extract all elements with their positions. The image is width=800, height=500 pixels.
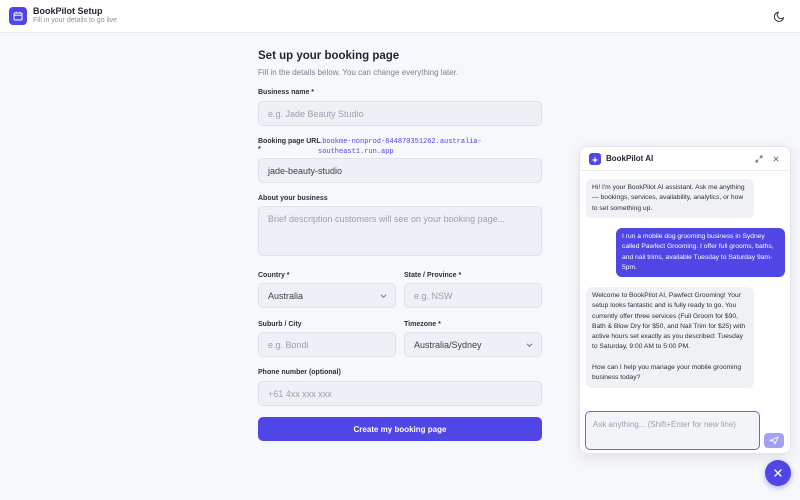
chevron-down-icon xyxy=(526,342,533,347)
close-chat-button[interactable] xyxy=(765,460,791,486)
country-label: Country * xyxy=(258,272,290,279)
timezone-value: Australia/Sydney xyxy=(414,339,482,350)
timezone-select[interactable]: Australia/Sydney xyxy=(404,332,542,357)
chat-input[interactable]: Ask anything... (Shift+Enter for new lin… xyxy=(585,411,760,450)
phone-input[interactable]: +61 4xx xxx xxx xyxy=(258,381,542,406)
app-subtitle: Fill in your details to go live xyxy=(33,17,118,24)
close-icon[interactable] xyxy=(772,155,780,163)
country-value: Australia xyxy=(268,290,304,301)
chat-header: BookPilot AI xyxy=(580,147,790,171)
phone-label: Phone number (optional) xyxy=(258,369,341,376)
form-title: Set up your booking page xyxy=(258,50,400,62)
suburb-input[interactable]: e.g. Bondi xyxy=(258,332,396,357)
country-select[interactable]: Australia xyxy=(258,283,396,308)
chat-message-text: Welcome to BookPilot AI, Pawfect Groomin… xyxy=(592,292,746,351)
timezone-label: Timezone * xyxy=(404,321,441,328)
sparkle-icon xyxy=(589,153,601,165)
about-label: About your business xyxy=(258,195,328,202)
state-label: State / Province * xyxy=(404,272,462,279)
business-name-input[interactable]: e.g. Jade Beauty Studio xyxy=(258,101,542,126)
close-icon xyxy=(774,469,782,477)
create-booking-page-button[interactable]: Create my booking page xyxy=(258,417,542,441)
send-icon xyxy=(769,436,779,445)
chat-message-bot: Hi! I'm your BookPilot AI assistant. Ask… xyxy=(586,179,754,218)
app-title: BookPilot Setup xyxy=(33,6,103,16)
business-name-label: Business name * xyxy=(258,89,315,96)
calendar-icon xyxy=(9,7,27,25)
send-button[interactable] xyxy=(764,433,784,448)
expand-icon[interactable] xyxy=(755,155,763,163)
chat-title: BookPilot AI xyxy=(606,154,654,163)
booking-url-label: Booking page URL xyxy=(258,138,321,145)
chevron-down-icon xyxy=(380,293,387,298)
chat-message-bot: Welcome to BookPilot AI, Pawfect Groomin… xyxy=(586,287,754,388)
chat-message-user: I run a mobile dog grooming business in … xyxy=(616,228,785,278)
booking-url-required: * xyxy=(258,146,261,153)
chat-message-text: How can I help you manage your mobile gr… xyxy=(592,364,742,382)
form-subtitle: Fill in the details below. You can chang… xyxy=(258,68,459,77)
chat-panel: BookPilot AI Hi! I'm your BookPilot AI a… xyxy=(579,146,791,454)
moon-icon[interactable] xyxy=(773,9,787,23)
about-textarea[interactable]: Brief description customers will see on … xyxy=(258,206,542,256)
booking-url-domain: …bookme-nonprod-844870351262.australia-s… xyxy=(318,138,482,156)
booking-url-input[interactable]: jade-beauty-studio xyxy=(258,158,542,183)
state-input[interactable]: e.g. NSW xyxy=(404,283,542,308)
top-bar: BookPilot Setup Fill in your details to … xyxy=(0,0,800,33)
suburb-label: Suburb / City xyxy=(258,321,302,328)
